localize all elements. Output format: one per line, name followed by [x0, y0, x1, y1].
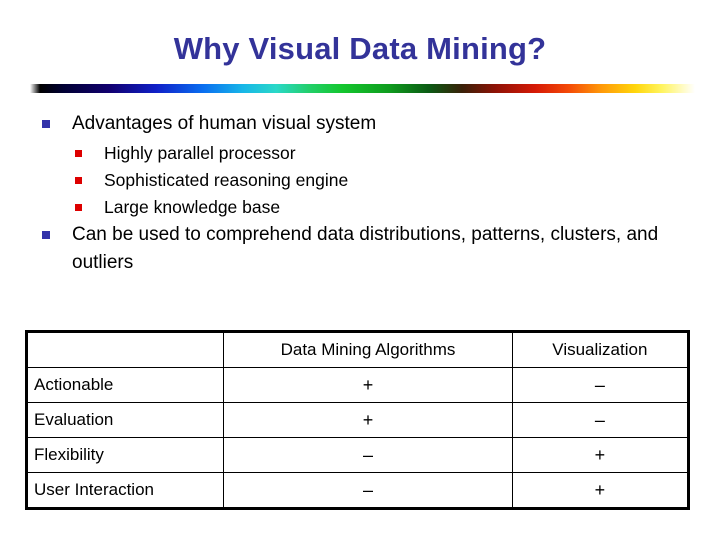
cell-data-mining: –	[223, 472, 513, 509]
list-item-label: Can be used to comprehend data distribut…	[72, 224, 659, 273]
rainbow-divider	[30, 84, 695, 93]
list-item-label: Large knowledge base	[104, 197, 281, 218]
cell-visualization: –	[511, 367, 690, 403]
cell-visualization: –	[511, 402, 690, 438]
list-item: Sophisticated reasoning engine	[28, 167, 698, 193]
list-item: Can be used to comprehend data distribut…	[28, 221, 698, 276]
square-bullet-icon	[75, 149, 82, 157]
square-bullet-icon	[75, 176, 82, 184]
row-label: Evaluation	[25, 402, 225, 438]
page-title: Why Visual Data Mining?	[173, 31, 547, 66]
bullet-list: Advantages of human visual system Highly…	[28, 110, 698, 278]
table-row: Actionable + –	[25, 367, 690, 403]
column-header-blank	[25, 331, 225, 368]
cell-data-mining: –	[223, 437, 513, 473]
list-item-label: Highly parallel processor	[104, 142, 296, 163]
column-header-data-mining-algorithms: Data Mining Algorithms	[223, 331, 513, 368]
list-item: Large knowledge base	[28, 194, 698, 220]
list-item-label: Sophisticated reasoning engine	[104, 169, 349, 190]
table-header-row: Data Mining Algorithms Visualization	[25, 331, 690, 368]
slide-canvas: Why Visual Data Mining? Advantages of hu…	[0, 0, 720, 540]
cell-data-mining: +	[223, 402, 513, 438]
square-bullet-icon	[75, 204, 82, 212]
rainbow-divider-bar	[30, 84, 695, 93]
row-label: User Interaction	[25, 472, 225, 509]
table-row: Evaluation + –	[25, 402, 690, 438]
table-row: User Interaction – +	[25, 472, 690, 509]
row-label: Flexibility	[25, 437, 225, 473]
cell-visualization: +	[511, 437, 690, 473]
comparison-table: Data Mining Algorithms Visualization Act…	[25, 330, 690, 510]
cell-visualization: +	[511, 472, 690, 509]
square-bullet-icon	[42, 231, 50, 240]
list-item: Highly parallel processor	[28, 140, 698, 166]
row-label: Actionable	[25, 367, 225, 403]
list-item-label: Advantages of human visual system	[72, 113, 377, 134]
cell-data-mining: +	[223, 367, 513, 403]
table-row: Flexibility – +	[25, 437, 690, 473]
square-bullet-icon	[42, 120, 50, 128]
list-item: Advantages of human visual system	[28, 110, 698, 138]
column-header-visualization: Visualization	[511, 331, 690, 368]
